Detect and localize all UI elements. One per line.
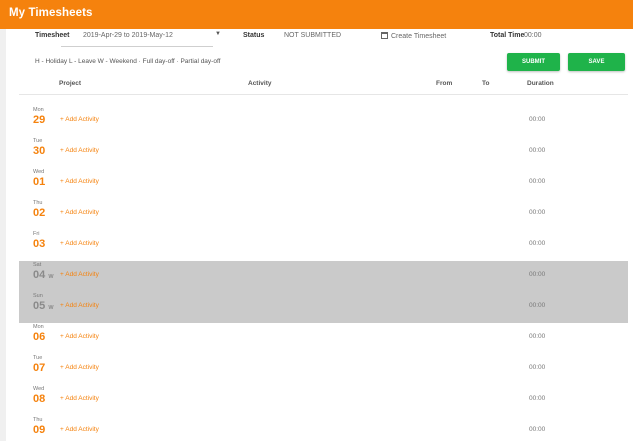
day-label: Tue 07 bbox=[33, 355, 46, 374]
day-row: Tue 07 + Add Activity 00:00 bbox=[19, 354, 628, 385]
day-row: Mon 29 + Add Activity 00:00 bbox=[19, 106, 628, 137]
total-time-label: Total Time bbox=[490, 32, 525, 39]
column-activity: Activity bbox=[248, 80, 272, 87]
day-row-weekend: Sat 04 W + Add Activity 00:00 bbox=[19, 261, 628, 292]
duration-value: 00:00 bbox=[529, 178, 546, 185]
save-button[interactable]: SAVE bbox=[568, 53, 625, 71]
duration-value: 00:00 bbox=[529, 271, 546, 278]
day-label: Mon 06 bbox=[33, 324, 46, 343]
app-header: My Timesheets bbox=[0, 0, 633, 29]
duration-value: 00:00 bbox=[529, 364, 546, 371]
weekend-tag: W bbox=[48, 304, 54, 311]
add-activity-link[interactable]: + Add Activity bbox=[60, 147, 99, 154]
status-value: NOT SUBMITTED bbox=[284, 32, 342, 39]
day-label: Thu 02 bbox=[33, 200, 46, 219]
day-label: Sat 04 W bbox=[33, 262, 54, 281]
day-row: Thu 09 + Add Activity 00:00 bbox=[19, 416, 628, 441]
add-activity-link[interactable]: + Add Activity bbox=[60, 240, 99, 247]
side-strip bbox=[0, 29, 6, 441]
total-time-value: 00:00 bbox=[524, 32, 542, 39]
calendar-icon bbox=[381, 32, 388, 39]
duration-value: 00:00 bbox=[529, 116, 546, 123]
duration-value: 00:00 bbox=[529, 333, 546, 340]
day-row: Thu 02 + Add Activity 00:00 bbox=[19, 199, 628, 230]
day-label: Sun 05 W bbox=[33, 293, 54, 312]
chevron-down-icon[interactable]: ▼ bbox=[215, 31, 221, 37]
add-activity-link[interactable]: + Add Activity bbox=[60, 364, 99, 371]
day-label: Wed 08 bbox=[33, 386, 46, 405]
day-row: Fri 03 + Add Activity 00:00 bbox=[19, 230, 628, 261]
create-timesheet-link[interactable]: Create Timesheet bbox=[381, 32, 446, 40]
add-activity-link[interactable]: + Add Activity bbox=[60, 178, 99, 185]
header-divider bbox=[19, 94, 628, 95]
day-row: Wed 08 + Add Activity 00:00 bbox=[19, 385, 628, 416]
day-row-weekend: Sun 05 W + Add Activity 00:00 bbox=[19, 292, 628, 323]
weekend-tag: W bbox=[48, 273, 54, 280]
add-activity-link[interactable]: + Add Activity bbox=[60, 426, 99, 433]
column-project: Project bbox=[59, 80, 82, 87]
add-activity-link[interactable]: + Add Activity bbox=[60, 116, 99, 123]
day-row: Mon 06 + Add Activity 00:00 bbox=[19, 323, 628, 354]
page-title: My Timesheets bbox=[9, 7, 93, 19]
timesheet-label: Timesheet bbox=[35, 32, 70, 39]
day-row: Tue 30 + Add Activity 00:00 bbox=[19, 137, 628, 168]
day-label: Wed 01 bbox=[33, 169, 46, 188]
add-activity-link[interactable]: + Add Activity bbox=[60, 271, 99, 278]
column-from: From bbox=[436, 80, 453, 87]
day-label: Tue 30 bbox=[33, 138, 46, 157]
period-select-underline bbox=[61, 46, 213, 47]
duration-value: 00:00 bbox=[529, 209, 546, 216]
add-activity-link[interactable]: + Add Activity bbox=[60, 209, 99, 216]
status-label: Status bbox=[243, 32, 265, 39]
column-duration: Duration bbox=[527, 80, 554, 87]
create-timesheet-label: Create Timesheet bbox=[391, 33, 447, 40]
legend: H - Holiday L - Leave W - Weekend · Full… bbox=[35, 58, 221, 65]
day-label: Fri 03 bbox=[33, 231, 46, 250]
duration-value: 00:00 bbox=[529, 426, 546, 433]
add-activity-link[interactable]: + Add Activity bbox=[60, 333, 99, 340]
column-to: To bbox=[482, 80, 490, 87]
duration-value: 00:00 bbox=[529, 395, 546, 402]
day-row: Wed 01 + Add Activity 00:00 bbox=[19, 168, 628, 199]
day-label: Mon 29 bbox=[33, 107, 46, 126]
duration-value: 00:00 bbox=[529, 240, 546, 247]
timesheet-period-select[interactable]: 2019-Apr-29 to 2019-May-12 bbox=[83, 32, 173, 39]
add-activity-link[interactable]: + Add Activity bbox=[60, 302, 99, 309]
add-activity-link[interactable]: + Add Activity bbox=[60, 395, 99, 402]
duration-value: 00:00 bbox=[529, 147, 546, 154]
duration-value: 00:00 bbox=[529, 302, 546, 309]
submit-button[interactable]: SUBMIT bbox=[507, 53, 560, 71]
day-label: Thu 09 bbox=[33, 417, 46, 436]
